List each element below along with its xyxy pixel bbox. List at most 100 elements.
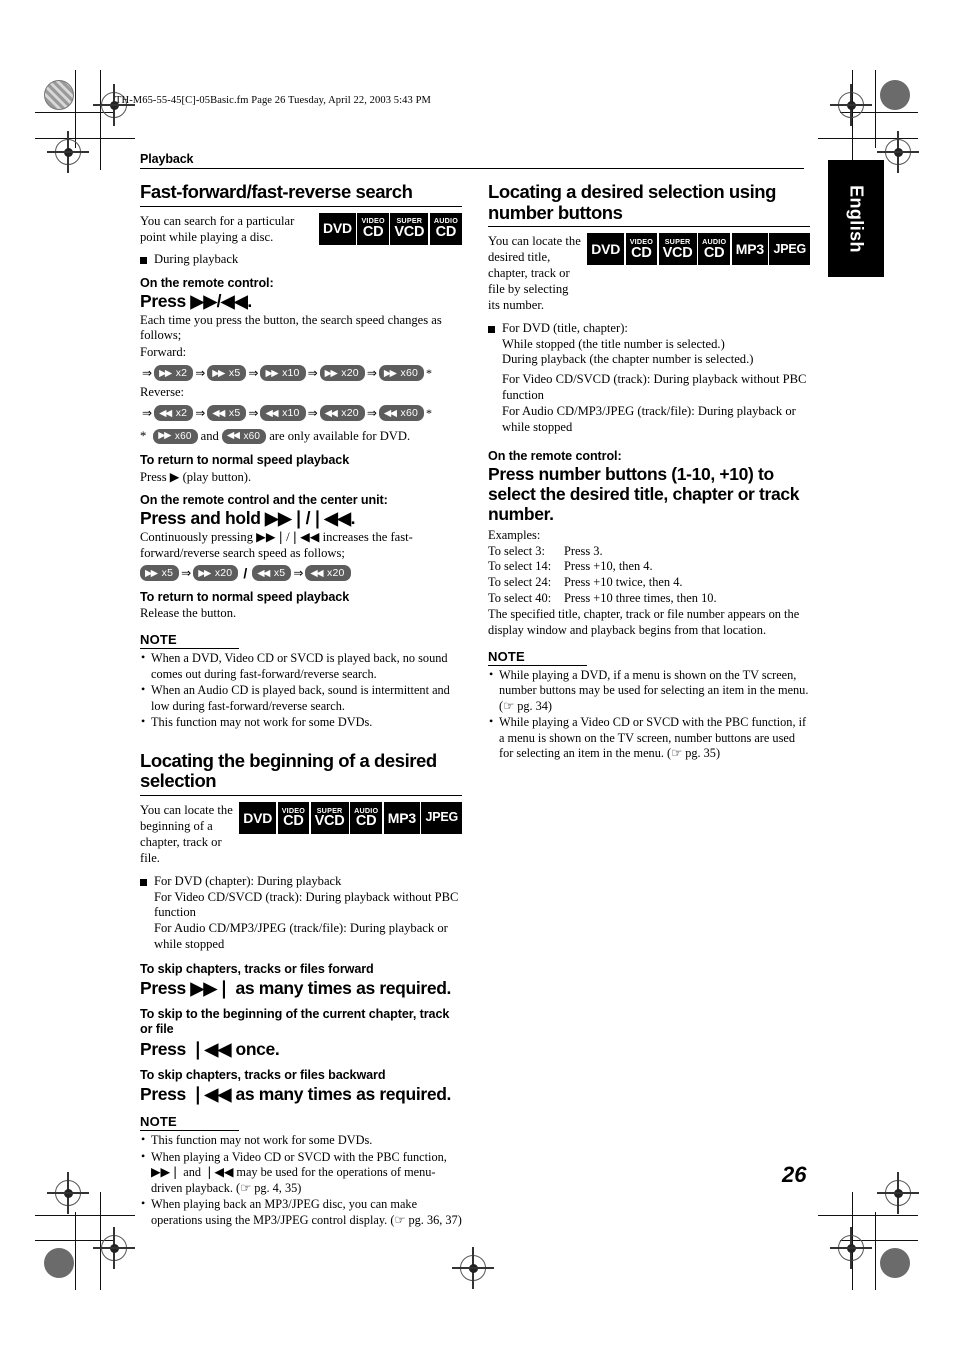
example-row: To select 3: Press 3. bbox=[488, 544, 810, 560]
bullet-line: During playback (the chapter number is s… bbox=[502, 352, 754, 367]
speed-pill: ◀◀ x2 bbox=[154, 405, 194, 422]
bullet-during-playback: During playback bbox=[140, 252, 462, 268]
footnote-tail: are only available for DVD. bbox=[269, 429, 411, 444]
example-key: To select 14: bbox=[488, 559, 552, 574]
speed-pill-label: x2 bbox=[175, 407, 188, 420]
example-key: To select 40: bbox=[488, 591, 552, 606]
badge-video-main: CD bbox=[283, 813, 304, 830]
fast-rewind-icon: ◀◀ bbox=[212, 407, 225, 419]
intro-row: You can locate the desired title, chapte… bbox=[488, 233, 810, 313]
badge-mp3-label: MP3 bbox=[387, 809, 416, 826]
speed-pill-label: x60 bbox=[400, 407, 419, 420]
footnote-mid: and bbox=[200, 429, 219, 444]
badge-super-main: VCD bbox=[394, 223, 425, 240]
fast-rewind-icon: ◀◀ bbox=[257, 567, 270, 579]
bullet-disc-conditions: For DVD (chapter): During playback For V… bbox=[140, 874, 462, 953]
arrow-icon: ⇒ bbox=[293, 566, 304, 581]
forward-label: Forward: bbox=[140, 345, 187, 360]
badge-audio-main: CD bbox=[703, 244, 725, 261]
forward-speed-row: ⇒ ▶▶ x2 ⇒ ▶▶ x5 ⇒ ▶▶ x10 ⇒ ▶▶ x20 ⇒ ▶▶ x60 * bbox=[140, 365, 462, 382]
note-item: When a DVD, Video CD or SVCD is played b… bbox=[140, 650, 462, 682]
fast-rewind-icon: ◀◀ bbox=[310, 567, 323, 579]
footnote-star-lead: * bbox=[140, 429, 147, 444]
fast-forward-icon: ▶▶ bbox=[198, 567, 211, 579]
badge-audio-cd: AUDIO CD bbox=[429, 212, 462, 245]
examples-tail: The specified title, chapter, track or f… bbox=[488, 607, 800, 637]
speed-pill-label: x10 bbox=[282, 367, 300, 380]
note-item: While playing a Video CD or SVCD with th… bbox=[488, 714, 810, 761]
speed-pill: ◀◀ x10 bbox=[260, 405, 306, 422]
note-list: This function may not work for some DVDs… bbox=[140, 1132, 462, 1228]
fast-rewind-icon: ◀◀ bbox=[226, 430, 240, 442]
speed-pill-label: x5 bbox=[228, 407, 241, 420]
note-heading: NOTE bbox=[140, 1114, 239, 1132]
subhead-skip-current: To skip to the beginning of the current … bbox=[140, 1007, 450, 1037]
note-list: When a DVD, Video CD or SVCD is played b… bbox=[140, 650, 462, 730]
bullet-line: For DVD (chapter): During playback bbox=[154, 873, 342, 888]
arrow-icon: ⇒ bbox=[248, 406, 259, 421]
note-item: While playing a DVD, if a menu is shown … bbox=[488, 667, 810, 714]
speed-pill: ◀◀ x5 bbox=[207, 405, 247, 422]
note-item: This function may not work for some DVDs… bbox=[140, 714, 462, 730]
bullet-line: For Video CD/SVCD (track): During playba… bbox=[154, 889, 459, 920]
badge-video-cd: VIDEO CD bbox=[625, 233, 658, 266]
badge-mp3: MP3 bbox=[731, 233, 768, 266]
fast-rewind-icon: ◀◀ bbox=[383, 407, 397, 419]
reverse-speed-row: ⇒ ◀◀ x2 ⇒ ◀◀ x5 ⇒ ◀◀ x10 ⇒ ◀◀ x20 ⇒ ◀◀ x60 * bbox=[140, 405, 462, 422]
speed-pill-label: x20 bbox=[327, 567, 345, 580]
badge-dvd: DVD bbox=[587, 233, 625, 266]
example-value: Press +10 twice, then 4. bbox=[564, 575, 683, 590]
note-item: This function may not work for some DVDs… bbox=[140, 1132, 462, 1148]
footnote-star: * bbox=[426, 365, 433, 380]
bullet-line: For Audio CD/MP3/JPEG (track/file): Duri… bbox=[154, 921, 448, 952]
fast-forward-icon: ▶▶ bbox=[383, 367, 397, 379]
speed-pill-label: x5 bbox=[273, 567, 286, 580]
fast-rewind-icon: ◀◀ bbox=[159, 407, 172, 419]
badge-super-vcd: SUPER VCD bbox=[390, 212, 429, 245]
subhead-return-normal-2: To return to normal speed playback bbox=[140, 590, 350, 605]
speed-pill: ▶▶ x2 bbox=[154, 365, 194, 382]
intro-row: You can locate the beginning of a chapte… bbox=[140, 802, 462, 866]
badge-super-vcd: SUPER VCD bbox=[658, 233, 697, 266]
badge-audio-main: CD bbox=[355, 813, 377, 830]
separator: / bbox=[243, 565, 248, 582]
badge-jpeg-label: JPEG bbox=[773, 241, 806, 256]
fast-rewind-icon: ◀◀ bbox=[324, 407, 338, 419]
right-column: Locating a desired selection using numbe… bbox=[488, 181, 810, 762]
bullet-disc-conditions: For DVD (title, chapter): While stopped … bbox=[488, 321, 810, 436]
speed-pill: ▶▶ x10 bbox=[260, 365, 306, 382]
speed-pill: ◀◀ x20 bbox=[319, 405, 365, 422]
intro-row: You can search for a particular point wh… bbox=[140, 212, 462, 246]
press-hold-description: Continuously pressing ▶▶❘/❘◀◀ increases … bbox=[140, 529, 413, 560]
badge-video-main: CD bbox=[362, 223, 384, 240]
badge-super-vcd: SUPER VCD bbox=[310, 802, 349, 835]
return-normal-text-2: Release the button. bbox=[140, 606, 237, 621]
lead-remote-and-center: On the remote control and the center uni… bbox=[140, 493, 388, 508]
example-row: To select 40: Press +10 three times, the… bbox=[488, 591, 810, 607]
speed-pill-label: x10 bbox=[282, 407, 300, 420]
subhead-skip-forward: To skip chapters, tracks or files forwar… bbox=[140, 961, 374, 976]
badge-dvd-label: DVD bbox=[591, 240, 621, 257]
arrow-icon: ⇒ bbox=[142, 406, 153, 421]
speed-pill: ▶▶ x5 bbox=[140, 565, 180, 582]
running-head-label: Playback bbox=[140, 152, 194, 166]
note-item: When an Audio CD is played back, sound i… bbox=[140, 682, 462, 714]
badge-dvd-label: DVD bbox=[243, 809, 273, 826]
page-number: 26 bbox=[782, 1162, 807, 1187]
badge-super-main: VCD bbox=[314, 813, 345, 830]
command-skip-forward: Press ▶▶❘ as many times as required. bbox=[140, 978, 452, 999]
speed-footnote: * ▶▶ x60 and ◀◀ x60 are only available for… bbox=[140, 428, 462, 444]
section-rule bbox=[140, 795, 462, 797]
disc-badge-group-4: DVD VIDEO CD SUPER VCD AUDIO CD bbox=[318, 212, 462, 245]
arrow-icon: ⇒ bbox=[195, 366, 206, 381]
badge-mp3: MP3 bbox=[383, 802, 420, 835]
arrow-icon: ⇒ bbox=[307, 366, 318, 381]
left-column: Fast-forward/fast-reverse search You can… bbox=[140, 181, 462, 1228]
arrow-icon: ⇒ bbox=[248, 366, 259, 381]
badge-dvd: DVD bbox=[318, 212, 356, 245]
running-head-rule bbox=[140, 168, 804, 169]
speed-pill: ◀◀ x60 bbox=[378, 405, 425, 422]
speed-pill-label: x20 bbox=[341, 367, 359, 380]
fast-rewind-icon: ◀◀ bbox=[265, 407, 278, 419]
running-head: Playback bbox=[140, 152, 804, 169]
